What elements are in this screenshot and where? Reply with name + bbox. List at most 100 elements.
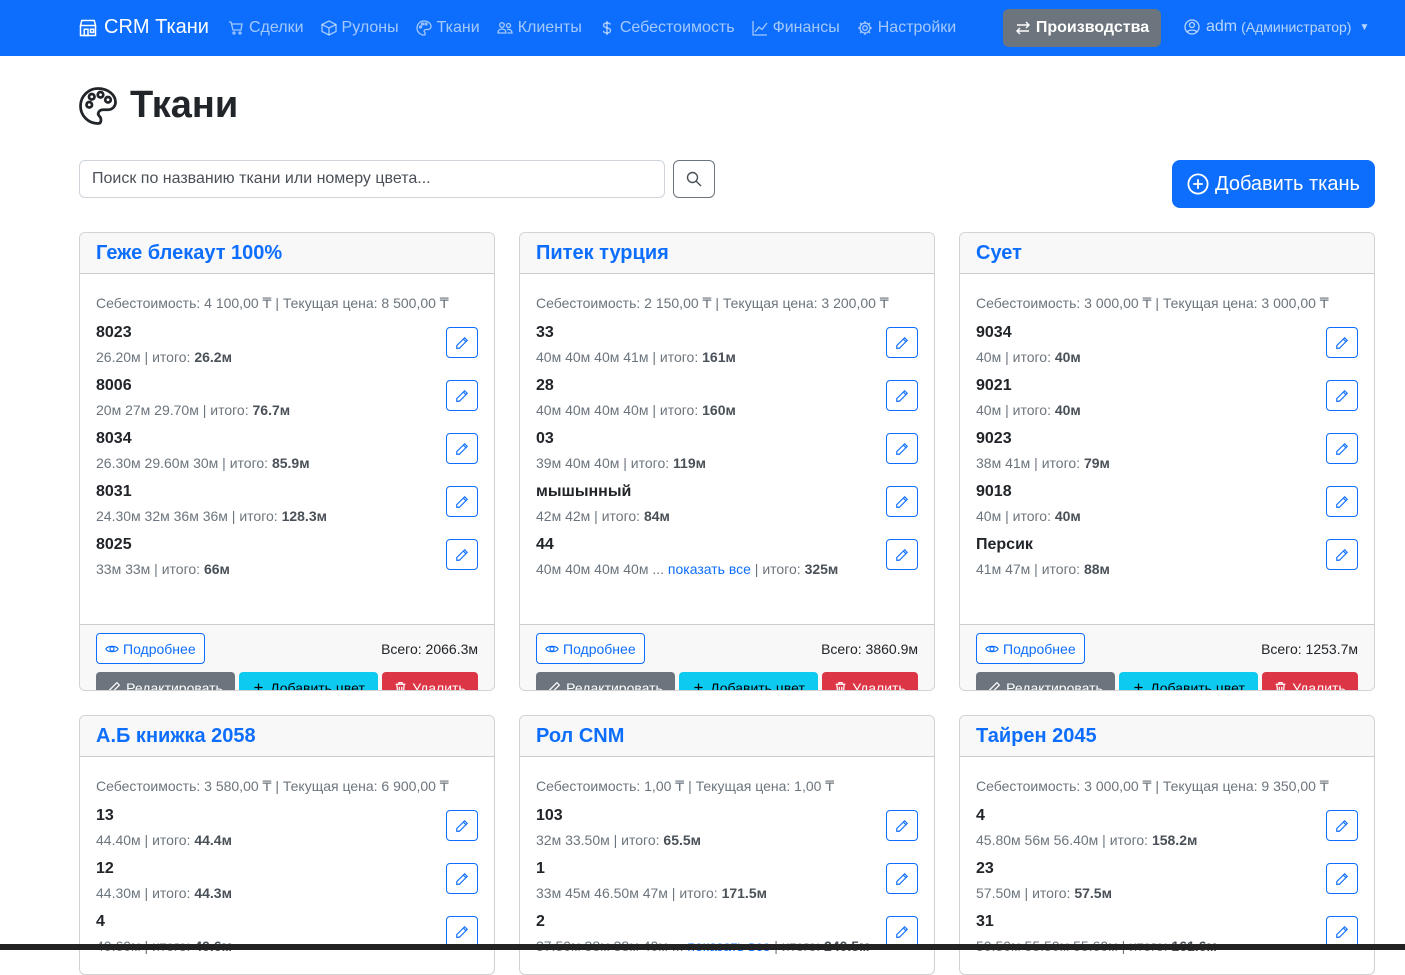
color-row: 8025 33м 33м | итого: 66м — [96, 532, 478, 585]
fabric-name-link[interactable]: Тайрен 2045 — [976, 725, 1097, 748]
edit-color-button[interactable] — [1326, 380, 1358, 411]
color-total-word: итого: — [210, 402, 249, 418]
edit-color-button[interactable] — [446, 810, 478, 841]
delete-label: Удалить — [1292, 679, 1346, 691]
details-button[interactable]: Подробнее — [96, 633, 205, 664]
delete-fabric-button[interactable]: Удалить — [822, 672, 918, 690]
color-row: 28 40м 40м 40м 40м | итого: 160м — [536, 373, 918, 426]
card-footer: Подробнее Всего: 2066.3м Редактировать Д… — [80, 624, 494, 690]
card-actions: Редактировать Добавить цвет Удалить — [976, 672, 1358, 691]
plus-circle-icon — [1187, 173, 1209, 195]
color-total: 44.4м — [194, 832, 232, 848]
nav-item-cost[interactable]: Себестоимость — [599, 19, 735, 37]
fabric-name-link[interactable]: А.Б книжка 2058 — [96, 725, 256, 748]
color-name: 8023 — [96, 324, 132, 341]
color-row: 4 40.60м | итого: 40.6м — [96, 909, 478, 962]
plus-icon — [694, 683, 703, 690]
delete-fabric-button[interactable]: Удалить — [1262, 672, 1358, 691]
pencil-icon — [1336, 872, 1349, 885]
nav-item-finance[interactable]: Финансы — [751, 19, 840, 37]
eye-icon — [985, 645, 999, 652]
fabric-card: Сует Себестоимость: 3 000,00 ₸ | Текущая… — [959, 232, 1375, 691]
card-body: Себестоимость: 4 100,00 ₸ | Текущая цена… — [80, 295, 494, 624]
add-color-button[interactable]: Добавить цвет — [239, 672, 378, 690]
nav-item-rolls[interactable]: Рулоны — [320, 19, 399, 37]
color-details: 33м 45м 46.50м 47м | итого: 171.5м — [536, 885, 767, 901]
edit-fabric-button[interactable]: Редактировать — [536, 672, 675, 690]
add-color-button[interactable]: Добавить цвет — [1119, 672, 1258, 691]
edit-color-button[interactable] — [886, 863, 918, 894]
edit-color-button[interactable] — [446, 863, 478, 894]
edit-color-button[interactable] — [446, 916, 478, 947]
nav-item-clients[interactable]: Клиенты — [497, 19, 582, 37]
fabric-total: Всего: 3860.9м — [821, 641, 918, 657]
nav-item-fabrics[interactable]: Ткани — [415, 19, 480, 37]
edit-color-button[interactable] — [1326, 863, 1358, 894]
edit-color-button[interactable] — [886, 433, 918, 464]
search-button[interactable] — [673, 160, 715, 198]
edit-color-button[interactable] — [446, 539, 478, 570]
delete-fabric-button[interactable]: Удалить — [382, 672, 478, 690]
edit-label: Редактировать — [1006, 679, 1103, 691]
edit-color-button[interactable] — [886, 327, 918, 358]
color-rolls: 20м 27м 29.70м — [96, 402, 199, 418]
color-list: 13 44.40м | итого: 44.4м 12 44.30м | ито… — [96, 803, 478, 962]
edit-color-button[interactable] — [886, 539, 918, 570]
edit-fabric-button[interactable]: Редактировать — [976, 672, 1115, 691]
edit-color-button[interactable] — [446, 327, 478, 358]
color-details: 33м 33м | итого: 66м — [96, 561, 230, 577]
pencil-icon — [456, 548, 469, 561]
color-total-word: итого: — [239, 508, 278, 524]
edit-color-button[interactable] — [1326, 916, 1358, 947]
details-button[interactable]: Подробнее — [976, 633, 1085, 664]
shop-icon — [79, 19, 97, 36]
show-all-link[interactable]: показать все — [668, 561, 751, 577]
edit-color-button[interactable] — [1326, 433, 1358, 464]
color-total: 76.7м — [252, 402, 291, 418]
edit-fabric-button[interactable]: Редактировать — [96, 672, 235, 690]
color-details: 40м 40м 40м 40м | итого: 160м — [536, 402, 736, 418]
eye-icon — [545, 645, 559, 652]
color-total-word: итого: — [601, 508, 641, 524]
edit-color-button[interactable] — [1326, 810, 1358, 841]
color-name: 2 — [536, 913, 545, 930]
color-name: 33 — [536, 324, 554, 341]
color-list: 8023 26.20м | итого: 26.2м 8006 20м 27м … — [96, 320, 478, 585]
production-button[interactable]: Производства — [1003, 9, 1161, 47]
fabric-name-link[interactable]: Рол CNM — [536, 725, 624, 748]
edit-color-button[interactable] — [446, 380, 478, 411]
card-body: Себестоимость: 3 000,00 ₸ | Текущая цена… — [960, 295, 1374, 624]
search-input[interactable] — [79, 160, 665, 198]
user-menu[interactable]: adm (Администратор) ▼ — [1184, 18, 1369, 36]
edit-color-button[interactable] — [446, 486, 478, 517]
edit-color-button[interactable] — [886, 916, 918, 947]
edit-color-button[interactable] — [1326, 486, 1358, 517]
add-color-button[interactable]: Добавить цвет — [679, 672, 818, 691]
edit-color-button[interactable] — [1326, 327, 1358, 358]
brand-link[interactable]: CRM Ткани — [78, 16, 209, 39]
add-fabric-button[interactable]: Добавить ткань — [1172, 160, 1375, 208]
color-rolls: 57.50м — [976, 885, 1021, 901]
edit-color-button[interactable] — [886, 486, 918, 517]
fabric-name-link[interactable]: Сует — [976, 242, 1022, 265]
details-button[interactable]: Подробнее — [536, 633, 645, 664]
nav-item-settings[interactable]: Настройки — [857, 19, 956, 37]
edit-color-button[interactable] — [446, 433, 478, 464]
edit-color-button[interactable] — [886, 810, 918, 841]
color-total: 88м — [1083, 561, 1110, 577]
color-row: 8023 26.20м | итого: 26.2м — [96, 320, 478, 373]
plus-icon — [1134, 683, 1143, 690]
box-icon — [320, 20, 337, 36]
edit-color-button[interactable] — [1326, 539, 1358, 570]
add-color-label: Добавить цвет — [1150, 679, 1245, 691]
fabric-name-link[interactable]: Геже блекаут 100% — [96, 242, 282, 265]
trash-icon — [835, 682, 846, 690]
fabric-name-link[interactable]: Питек турция — [536, 242, 669, 265]
color-total-word: итого: — [1041, 455, 1081, 471]
people-icon — [497, 22, 513, 34]
color-name: 23 — [976, 860, 994, 877]
nav-item-deals[interactable]: Сделки — [228, 19, 304, 37]
card-header: Тайрен 2045 — [960, 716, 1374, 757]
add-color-label: Добавить цвет — [710, 679, 805, 691]
edit-color-button[interactable] — [886, 380, 918, 411]
